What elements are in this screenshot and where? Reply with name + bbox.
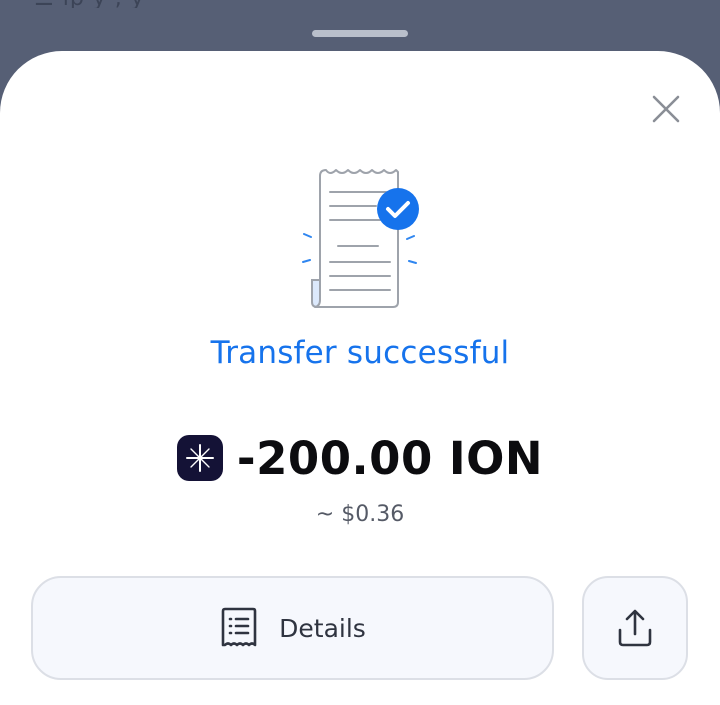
share-icon: [618, 609, 652, 647]
share-button[interactable]: [582, 576, 688, 680]
details-label: Details: [279, 613, 366, 643]
sheet-drag-handle[interactable]: [312, 30, 408, 37]
transfer-amount: -200.00 ION: [236, 431, 544, 485]
receipt-check-icon: [302, 169, 419, 308]
close-icon: [652, 95, 680, 123]
close-button[interactable]: [648, 91, 684, 127]
amount-row: -200.00 ION: [0, 430, 720, 486]
transfer-status-title: Transfer successful: [210, 335, 510, 371]
receipt-list-icon: [221, 607, 257, 647]
fiat-value: ~ $0.36: [315, 502, 405, 527]
background-peek-text: ☰ ip y , y: [34, 0, 634, 8]
ion-coin-icon: [176, 435, 223, 481]
details-button[interactable]: Details: [31, 576, 554, 680]
